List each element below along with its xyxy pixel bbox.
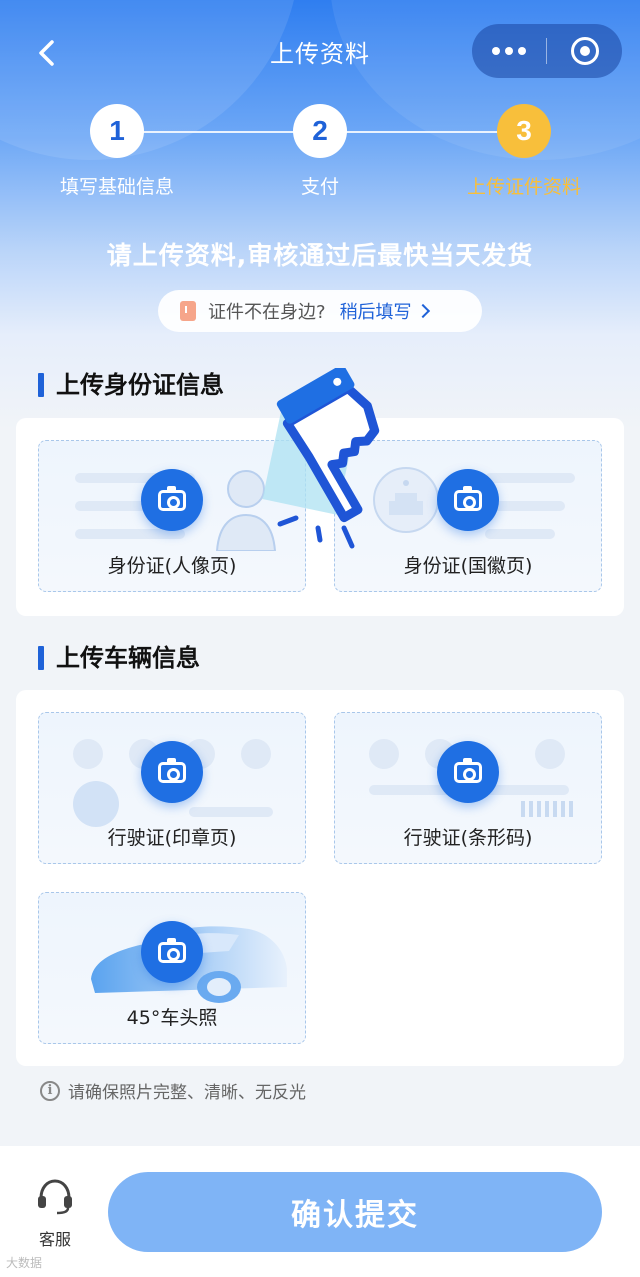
step-number: 2 <box>293 104 347 158</box>
placeholder-dot <box>73 739 103 769</box>
vehicle-upload-card: 行驶证(印章页) 行驶证(条形码) 45°车头照 <box>16 690 624 1066</box>
id-section-title: 上传身份证信息 <box>38 370 224 400</box>
tile-label: 45°车头照 <box>126 1007 218 1029</box>
fill-later-banner[interactable]: 证件不在身边? 稍后填写 <box>158 290 482 332</box>
step-number: 1 <box>90 104 144 158</box>
fill-later-link[interactable]: 稍后填写 <box>340 298 412 324</box>
more-dots-icon <box>505 47 513 55</box>
miniprogram-capsule <box>472 24 622 78</box>
placeholder-dot <box>241 739 271 769</box>
close-miniprogram-button[interactable] <box>547 24 622 78</box>
placeholder-line <box>189 807 273 817</box>
customer-service-button[interactable]: 客服 <box>24 1176 86 1250</box>
seal-stamp-icon <box>73 781 119 827</box>
tile-label: 行驶证(印章页) <box>107 827 237 849</box>
vehicle-section-title: 上传车辆信息 <box>38 643 200 673</box>
upload-headline: 请上传资料,审核通过后最快当天发货 <box>106 241 534 270</box>
camera-button[interactable] <box>141 921 203 983</box>
car-front-photo-upload[interactable]: 45°车头照 <box>38 892 306 1044</box>
camera-button[interactable] <box>437 469 499 531</box>
step-number: 3 <box>497 104 551 158</box>
placeholder-dot <box>369 739 399 769</box>
hint-text: 请确保照片完整、清晰、无反光 <box>68 1083 306 1103</box>
step-2: 2 支付 <box>240 104 400 199</box>
target-icon <box>570 37 599 65</box>
camera-button[interactable] <box>141 741 203 803</box>
more-dots-icon <box>492 47 500 55</box>
headset-icon <box>38 1179 72 1215</box>
placeholder-line <box>485 529 555 539</box>
photo-hint: i 请确保照片完整、清晰、无反光 <box>40 1078 306 1103</box>
pointing-hand-icon <box>262 368 380 549</box>
customer-service-label: 客服 <box>38 1230 71 1249</box>
step-1: 1 填写基础信息 <box>37 104 197 199</box>
more-dots-icon <box>518 47 526 55</box>
navigation-bar: 上传资料 <box>0 0 640 100</box>
barcode-icon <box>521 801 573 817</box>
camera-button[interactable] <box>141 469 203 531</box>
step-label: 填写基础信息 <box>59 176 174 198</box>
license-seal-upload[interactable]: 行驶证(印章页) <box>38 712 306 864</box>
info-icon: i <box>40 1080 60 1101</box>
camera-icon <box>454 485 482 511</box>
step-3-current: 3 上传证件资料 <box>444 104 604 199</box>
camera-icon <box>158 757 186 783</box>
fill-later-text: 证件不在身边? <box>208 302 326 323</box>
chevron-right-icon <box>415 303 430 319</box>
placeholder-dot <box>535 739 565 769</box>
watermark: 大数据 <box>6 1256 43 1270</box>
more-button[interactable] <box>472 24 546 78</box>
bottom-action-bar: 客服 确认提交 <box>0 1146 640 1277</box>
tile-label: 行驶证(条形码) <box>403 827 533 849</box>
submit-button[interactable]: 确认提交 <box>108 1172 602 1252</box>
step-label: 上传证件资料 <box>466 176 581 198</box>
camera-icon <box>454 757 482 783</box>
placeholder-line <box>485 473 575 483</box>
progress-stepper: 1 填写基础信息 2 支付 3 上传证件资料 <box>0 104 640 204</box>
camera-icon <box>158 937 186 963</box>
document-icon <box>180 301 196 321</box>
step-label: 支付 <box>300 176 339 198</box>
camera-icon <box>158 485 186 511</box>
license-barcode-upload[interactable]: 行驶证(条形码) <box>334 712 602 864</box>
camera-button[interactable] <box>437 741 499 803</box>
